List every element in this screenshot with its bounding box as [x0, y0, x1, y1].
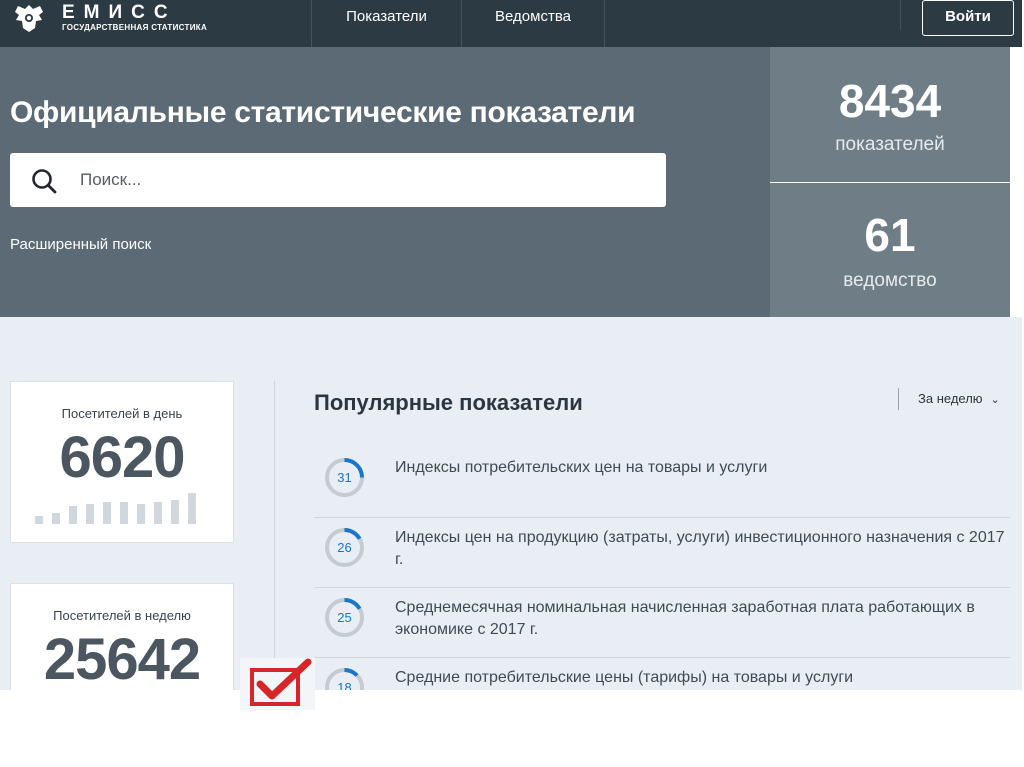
spark-bar: [103, 502, 111, 524]
nav-item-agencies[interactable]: Ведомства: [462, 0, 604, 47]
stat-value: 8434: [838, 75, 942, 127]
list-item[interactable]: 25 Среднемесячная номинальная начисленна…: [314, 588, 1010, 658]
visitors-day-value: 6620: [59, 425, 185, 490]
stat-value: 61: [864, 209, 916, 261]
spark-bar: [154, 502, 162, 524]
spark-bar: [120, 502, 128, 524]
count-ring-icon: 31: [325, 458, 364, 497]
count-value: 26: [337, 540, 351, 555]
coat-of-arms-icon: [15, 5, 43, 32]
stat-label: показателей: [835, 134, 945, 155]
indicator-link[interactable]: Индексы цен на продукцию (затраты, услуг…: [395, 527, 1010, 571]
list-item[interactable]: 26 Индексы цен на продукцию (затраты, ус…: [314, 518, 1010, 588]
count-value: 31: [337, 470, 351, 485]
stat-label: ведомство: [843, 270, 937, 291]
count-value: 18: [337, 680, 351, 690]
indicator-link[interactable]: Среднемесячная номинальная начисленная з…: [395, 597, 1010, 641]
nav-item-indicators[interactable]: Показатели: [312, 0, 461, 47]
nav-divider: [604, 0, 605, 47]
count-ring-icon: 26: [325, 528, 364, 567]
period-dropdown[interactable]: За неделю ⌄: [898, 388, 1000, 410]
visitors-day-card: Посетителей в день 6620: [10, 381, 234, 543]
advanced-search-link[interactable]: Расширенный поиск: [10, 236, 151, 253]
login-button[interactable]: Войти: [922, 0, 1014, 36]
visitors-week-card: Посетителей в неделю 25642: [10, 583, 234, 690]
visitors-day-title: Посетителей в день: [61, 406, 183, 421]
indicator-link[interactable]: Индексы потребительских цен на товары и …: [395, 457, 1010, 479]
hero-section: Официальные статистические показатели Ра…: [0, 47, 770, 317]
count-value: 25: [337, 610, 351, 625]
visitors-week-title: Посетителей в неделю: [53, 608, 191, 623]
popular-title: Популярные показатели: [314, 390, 583, 415]
nav-divider: [900, 0, 901, 30]
chevron-down-icon: ⌄: [990, 394, 1000, 406]
edge-strip: [1010, 47, 1022, 317]
logo-subtitle: ГОСУДАРСТВЕННАЯ СТАТИСТИКА: [62, 23, 208, 32]
visitors-week-value: 25642: [43, 627, 201, 691]
column-divider: [274, 381, 275, 690]
search-icon[interactable]: [30, 167, 58, 195]
spark-bar: [137, 504, 145, 524]
spark-bar: [188, 493, 196, 524]
logo-title[interactable]: ЕМИСС: [62, 2, 177, 24]
indicator-link[interactable]: Средние потребительские цены (тарифы) на…: [395, 667, 1010, 689]
count-ring-icon: 18: [325, 668, 364, 690]
top-navbar: ЕМИСС ГОСУДАРСТВЕННАЯ СТАТИСТИКА Показат…: [0, 0, 1022, 47]
spark-bar: [69, 506, 77, 524]
spark-bar: [52, 513, 60, 524]
spark-bar: [171, 500, 179, 524]
content-area: Посетителей в день 6620 Посетителей в не…: [0, 317, 1022, 690]
slide-background: [0, 690, 1024, 767]
search-box[interactable]: [10, 153, 666, 207]
spark-bar: [86, 504, 94, 524]
list-item[interactable]: 31 Индексы потребительских цен на товары…: [314, 443, 1010, 518]
list-item[interactable]: 18 Средние потребительские цены (тарифы)…: [314, 658, 1010, 690]
page-title: Официальные статистические показатели: [10, 96, 636, 129]
count-ring-icon: 25: [325, 598, 364, 637]
checkmark-icon: [240, 658, 315, 710]
period-label: За неделю: [918, 391, 983, 406]
visitors-sparkline: [35, 490, 215, 524]
stat-indicators[interactable]: 8434 показателей: [770, 47, 1010, 182]
search-input[interactable]: [80, 165, 640, 195]
stat-agencies[interactable]: 61 ведомство: [770, 183, 1010, 317]
spark-bar: [35, 516, 43, 524]
